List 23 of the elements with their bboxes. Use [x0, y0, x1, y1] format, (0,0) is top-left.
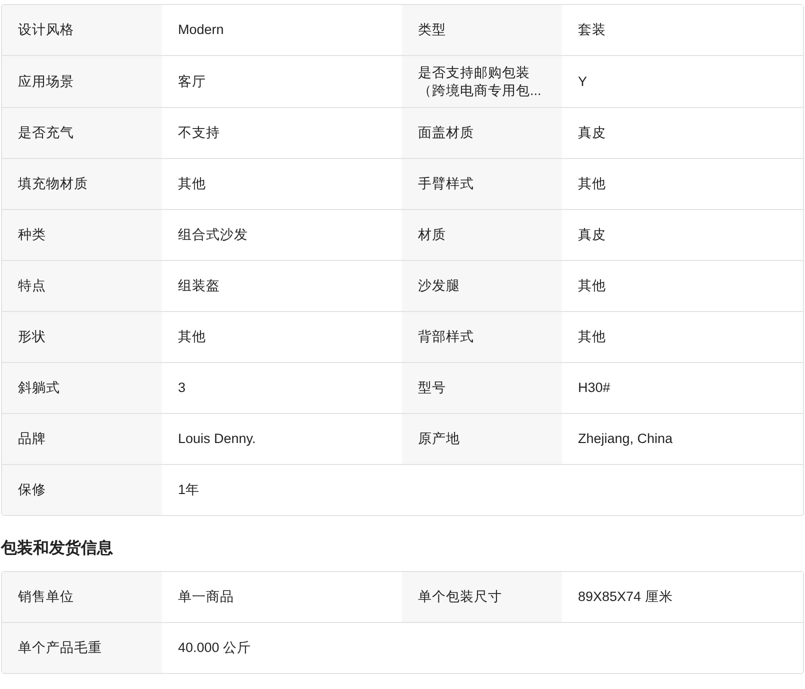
attribute-label: 单个包装尺寸	[402, 572, 562, 622]
attribute-label: 型号	[402, 363, 562, 414]
attribute-label: 保修	[2, 465, 162, 516]
attribute-label: 特点	[2, 261, 162, 312]
attribute-label: 沙发腿	[402, 261, 562, 312]
attribute-label: 是否充气	[2, 108, 162, 158]
attribute-label: 斜躺式	[2, 363, 162, 414]
attribute-label: 面盖材质	[402, 108, 562, 158]
attribute-label: 形状	[2, 312, 162, 362]
attribute-label: 是否支持邮购包装（跨境电商专用包...	[402, 56, 562, 108]
attribute-label: 销售单位	[2, 572, 162, 622]
attribute-label: 单个产品毛重	[2, 623, 162, 674]
attribute-label: 手臂样式	[402, 159, 562, 210]
attribute-label: 材质	[402, 210, 562, 260]
section-heading: 包装和发货信息	[1, 538, 114, 560]
attribute-label: 填充物材质	[2, 159, 162, 210]
attribute-label: 应用场景	[2, 56, 162, 108]
attribute-label: 设计风格	[2, 5, 162, 55]
attribute-label: 原产地	[402, 414, 562, 464]
attribute-label: 品牌	[2, 414, 162, 464]
attribute-label: 背部样式	[402, 312, 562, 362]
attribute-label: 种类	[2, 210, 162, 260]
attribute-label: 类型	[402, 5, 562, 55]
